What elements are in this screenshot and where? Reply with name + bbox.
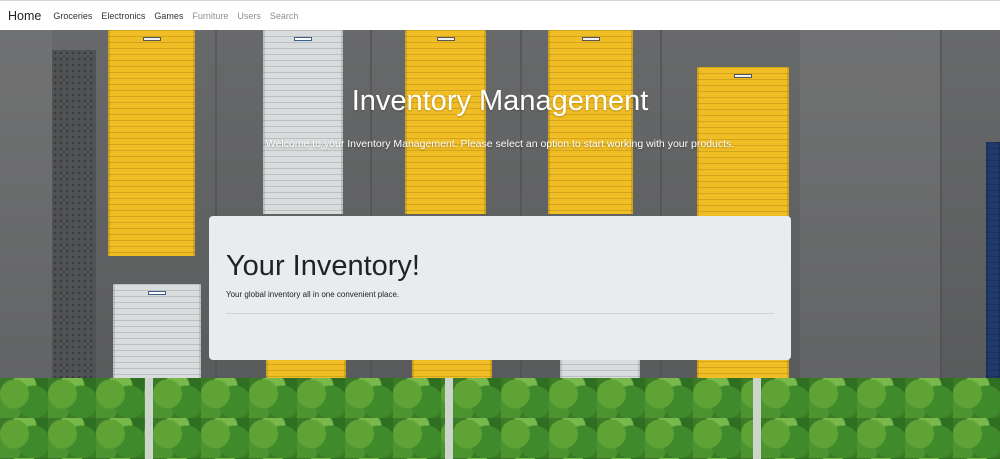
floor-panel (0, 30, 52, 378)
floor-seam (940, 30, 942, 378)
hero-subtitle: Welcome to your Inventory Management. Pl… (265, 138, 735, 150)
unit-label-tag (581, 37, 600, 41)
unit-label-tag (734, 74, 752, 78)
jumbotron-divider (226, 313, 774, 314)
greens-tray (153, 378, 445, 459)
nav-link-games[interactable]: Games (154, 11, 183, 21)
greens-tray (453, 378, 753, 459)
white-storage-unit (560, 358, 640, 378)
jumbotron-lead: Your global inventory all in one conveni… (226, 290, 400, 299)
nav-link-furniture[interactable]: Furniture (192, 11, 228, 21)
unit-label-tag (436, 37, 455, 41)
nav-link-search[interactable]: Search (270, 11, 299, 21)
tray-divider (145, 378, 153, 459)
white-storage-unit (113, 284, 201, 378)
jumbotron-title: Your Inventory! (226, 250, 420, 282)
unit-label-tag (294, 37, 312, 41)
leafy-greens-image (0, 378, 1000, 459)
unit-label-tag (142, 37, 161, 41)
yellow-storage-unit (412, 358, 492, 378)
floor-panel (800, 30, 940, 378)
tray-divider (445, 378, 453, 459)
nav-home-link[interactable]: Home (8, 9, 41, 23)
nav-link-groceries[interactable]: Groceries (53, 11, 92, 21)
unit-label-tag (148, 291, 166, 295)
yellow-storage-unit (548, 30, 633, 214)
nav-link-users[interactable]: Users (237, 11, 261, 21)
nav-link-electronics[interactable]: Electronics (101, 11, 145, 21)
greens-tray (0, 378, 145, 459)
yellow-storage-unit (405, 30, 486, 214)
greens-tray (761, 378, 1000, 459)
hero-title: Inventory Management (351, 85, 649, 117)
yellow-storage-unit (266, 358, 346, 378)
navy-storage-unit (986, 142, 1000, 378)
tray-divider (753, 378, 761, 459)
inventory-jumbotron: Your Inventory! Your global inventory al… (209, 216, 791, 360)
top-navbar: Home Groceries Electronics Games Furnitu… (0, 0, 1000, 30)
white-storage-unit (263, 30, 343, 214)
